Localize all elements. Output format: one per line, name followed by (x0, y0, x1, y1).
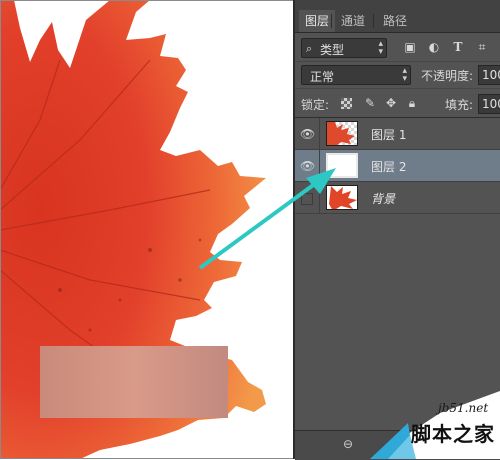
updown-arrow-icon: ▴ ▾ (378, 39, 383, 57)
opacity-label: 不透明度: (421, 69, 474, 83)
tab-layers[interactable]: 图层 (299, 10, 336, 32)
lock-transparent-icon[interactable] (341, 98, 352, 109)
layers-list: 👁︎ 图层 1 👁︎ 图层 2 背景 (295, 117, 500, 430)
type-filter-icon[interactable]: T (451, 40, 465, 54)
leaf-thumbnail-image (327, 122, 355, 145)
tab-paths[interactable]: 路径 (377, 10, 413, 32)
leaf-thumbnail-image (329, 186, 357, 209)
tab-channels[interactable]: 通道 (335, 10, 371, 32)
visibility-toggle[interactable] (295, 182, 320, 213)
layer-name: 图层 2 (371, 160, 407, 174)
layer-name: 图层 1 (371, 128, 407, 142)
blend-mode-select[interactable]: 正常 ▴ ▾ (301, 65, 411, 85)
layer-row[interactable]: 👁︎ 图层 1 (295, 118, 500, 150)
layer-row[interactable]: 背景 (295, 182, 500, 214)
eye-icon: 👁︎ (300, 127, 316, 141)
image-filter-icon[interactable]: ▣ (403, 40, 417, 54)
fill-label: 填充: (445, 98, 474, 112)
lock-move-icon[interactable]: ✥ (384, 96, 398, 110)
blend-mode-value: 正常 (310, 70, 335, 84)
layer-name: 背景 (371, 192, 396, 206)
updown-arrow-icon: ▴ ▾ (402, 66, 407, 84)
link-layers-icon[interactable]: ⊖ (343, 437, 353, 451)
filter-row: ⌕ 类型 ▴ ▾ ▣ ◐ T ⌗ (295, 34, 500, 60)
visibility-toggle[interactable]: 👁︎ (295, 150, 320, 181)
fill-field[interactable]: 100% (478, 94, 500, 114)
layer-row-selected[interactable]: 👁︎ 图层 2 (295, 150, 500, 182)
opacity-field[interactable]: 100% (478, 65, 500, 85)
shape-filter-icon[interactable]: ⌗ (475, 40, 489, 54)
visibility-toggle[interactable]: 👁︎ (295, 118, 320, 149)
layer-thumbnail (326, 153, 358, 178)
hidden-visibility-box (301, 193, 313, 205)
tab-divider (331, 14, 332, 28)
document-canvas[interactable] (0, 0, 293, 459)
lock-paint-icon[interactable]: ✎ (363, 96, 377, 110)
blend-row: 正常 ▴▾ 不透明度: 100% (295, 61, 500, 88)
blurred-rectangle (40, 346, 228, 418)
filter-kind-select[interactable]: ⌕ 类型 ▴ ▾ (301, 38, 387, 58)
eye-icon: 👁︎ (300, 159, 316, 173)
adjustment-filter-icon[interactable]: ◐ (427, 40, 441, 54)
watermark-site: jb51.net (438, 401, 489, 415)
layer-thumbnail (326, 185, 358, 210)
watermark-title: 脚本之家 (411, 422, 495, 446)
filter-kind-label: 类型 (320, 43, 345, 57)
lock-all-icon[interactable]: 🔒︎ (405, 96, 419, 110)
lock-label: 锁定: (301, 98, 330, 112)
tab-divider (373, 14, 374, 28)
panel-tabs: 图层 通道 路径 (295, 0, 500, 33)
search-icon: ⌕ (306, 42, 313, 55)
watermark: jb51.net 脚本之家 (370, 391, 500, 459)
layer-thumbnail (326, 121, 358, 146)
